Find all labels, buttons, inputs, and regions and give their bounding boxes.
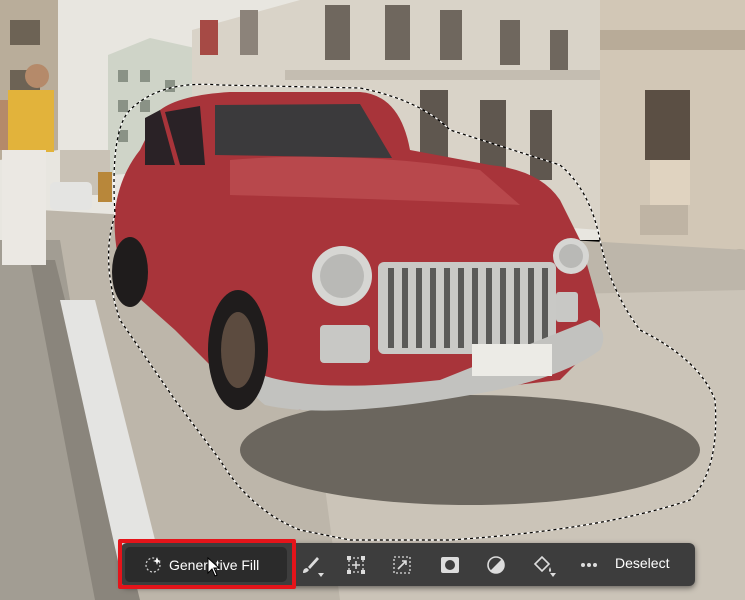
fill-selection-button[interactable] (527, 551, 557, 578)
dropdown-caret-icon (550, 573, 556, 577)
photo-canvas[interactable]: Generative Fill Deselect (0, 0, 745, 600)
sparkle-icon (145, 556, 161, 573)
add-mask-button[interactable] (435, 551, 465, 578)
generative-fill-button[interactable]: Generative Fill (125, 547, 287, 582)
add-mask-icon (441, 556, 459, 573)
invert-selection-button[interactable] (387, 551, 417, 578)
deselect-button[interactable]: Deselect (615, 555, 669, 571)
dropdown-caret-icon (318, 573, 324, 577)
invert-selection-icon (393, 555, 411, 574)
transform-selection-button[interactable] (341, 551, 371, 578)
more-options-icon (581, 562, 597, 567)
generative-fill-label: Generative Fill (169, 556, 260, 573)
more-options-button[interactable] (574, 551, 604, 578)
transform-selection-icon (347, 555, 365, 574)
adjustment-layer-button[interactable] (481, 551, 511, 578)
street-photo (0, 0, 745, 600)
contextual-taskbar: Generative Fill Deselect (118, 539, 695, 589)
adjustment-layer-icon (487, 555, 505, 574)
brush-tool-button[interactable] (295, 551, 325, 578)
